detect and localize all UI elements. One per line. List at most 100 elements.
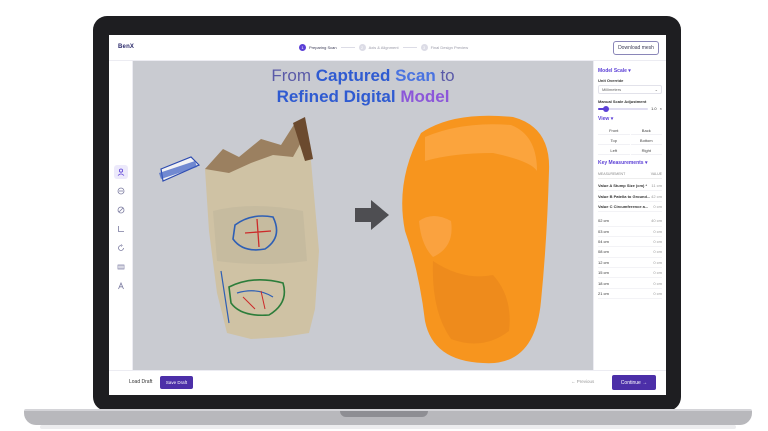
measurement-name: 21 cm <box>598 290 609 296</box>
step-preparing-scan[interactable]: 1 Preparing Scan <box>299 44 337 51</box>
measurement-value: 0 cm <box>653 239 662 245</box>
table-row[interactable]: 15 cm 0 cm <box>598 268 662 279</box>
table-row[interactable]: Value B Patella to Ground... 42 cm <box>598 191 662 202</box>
person-icon[interactable] <box>114 279 128 293</box>
view-bottom-button[interactable]: Bottom <box>630 136 662 145</box>
grid-icon[interactable] <box>114 260 128 274</box>
laptop-mockup: BenX 1 Preparing Scan 2 Axis & Alignment… <box>0 0 768 431</box>
step-axis-alignment[interactable]: 2 Axis & Alignment <box>358 44 399 51</box>
top-bar: BenX 1 Preparing Scan 2 Axis & Alignment… <box>109 35 666 61</box>
measurement-name: 18 cm <box>598 280 609 286</box>
chevron-down-icon: ▾ <box>610 116 614 122</box>
chevron-down-icon: ⌄ <box>654 87 658 92</box>
measurement-value: 11 cm <box>651 183 662 189</box>
user-icon[interactable] <box>114 165 128 179</box>
table-row[interactable]: 04 cm 0 cm <box>598 237 662 248</box>
properties-panel: Model Scale ▾ Unit Override Millimeters … <box>593 61 666 370</box>
continue-button[interactable]: Continue → <box>612 375 656 390</box>
measurement-name: 02 cm <box>598 218 609 224</box>
table-row[interactable]: Value C Circumference a... 0 cm <box>598 202 662 213</box>
manual-scale-label: Manual Scale Adjustment <box>598 99 647 104</box>
3d-viewport[interactable]: From Captured Scan to Refined Digital Mo… <box>133 61 593 370</box>
model-scale-title[interactable]: Model Scale ▾ <box>598 68 662 74</box>
measurement-value: 0 cm <box>653 228 662 234</box>
view-left-button[interactable]: Left <box>598 146 630 155</box>
measurement-value: 0 cm <box>653 290 662 296</box>
table-row[interactable]: 18 cm 0 cm <box>598 278 662 289</box>
comparison-headline: From Captured Scan to Refined Digital Mo… <box>133 65 593 107</box>
rotate-icon[interactable] <box>114 241 128 255</box>
view-title[interactable]: View ▾ <box>598 116 662 122</box>
headline-text: to <box>435 66 455 85</box>
chevron-down-icon: ▾ <box>644 160 648 166</box>
arrow-icon <box>355 200 389 230</box>
measurement-name: 04 cm <box>598 239 609 245</box>
view-top-button[interactable]: Top <box>598 136 630 145</box>
step-label: Final Design Preview <box>430 45 469 50</box>
laptop-shadow <box>40 425 736 429</box>
step-connector <box>402 47 417 48</box>
view-front-button[interactable]: Front <box>598 126 630 135</box>
bottom-bar: Load Draft Save Draft ← Previous Continu… <box>109 370 666 395</box>
headline-emphasis: Captured <box>315 66 391 85</box>
load-draft-button[interactable]: Load Draft <box>129 379 152 385</box>
step-final-design-preview[interactable]: 3 Final Design Preview <box>420 44 469 51</box>
app-logo: BenX <box>118 44 135 50</box>
unit-override-label: Unit Override <box>598 78 624 83</box>
measurements-header: MEASUREMENT VALUE <box>598 170 662 179</box>
section-title-text: View <box>598 116 610 122</box>
measurement-value: 0 cm <box>653 280 662 286</box>
headline-line-1: From Captured Scan to <box>133 65 593 86</box>
view-back-button[interactable]: Back <box>630 126 662 135</box>
table-row[interactable]: 02 cm 40 cm <box>598 216 662 227</box>
step-number: 2 <box>358 44 366 51</box>
unit-override-select[interactable]: Millimeters ⌄ <box>598 85 662 94</box>
close-icon[interactable]: × <box>660 106 662 111</box>
section-title-text: Model Scale <box>598 68 627 74</box>
table-row[interactable]: Value A Stump Size (cm) * 11 cm <box>598 181 662 192</box>
measure-icon[interactable] <box>114 222 128 236</box>
scale-slider[interactable] <box>598 105 649 112</box>
headline-emphasis: Model <box>400 87 450 106</box>
step-connector <box>340 47 355 48</box>
key-measurements-title[interactable]: Key Measurements ▾ <box>598 160 662 166</box>
scale-slider-handle[interactable] <box>602 105 609 112</box>
previous-button[interactable]: ← Previous <box>571 379 594 384</box>
headline-text: From <box>271 66 316 85</box>
headline-emphasis: Digital <box>338 87 401 106</box>
value-column-header: VALUE <box>650 172 662 176</box>
headline-line-2: Refined Digital Model <box>133 86 593 107</box>
tool-sidebar <box>109 61 133 370</box>
measurement-value: 0 cm <box>653 270 662 276</box>
measurement-value: 0 cm <box>653 203 662 209</box>
measurement-name: 12 cm <box>598 259 609 265</box>
download-mesh-button[interactable]: Download mesh <box>613 41 659 55</box>
measurements-primary: Value A Stump Size (cm) * 11 cm Value B P… <box>598 181 662 213</box>
step-number: 3 <box>420 44 428 51</box>
measurement-value: 0 cm <box>653 259 662 265</box>
table-row[interactable]: 21 cm 0 cm <box>598 289 662 300</box>
measurements-secondary: 02 cm 40 cm 03 cm 0 cm 04 cm 0 cm 08 cm 0 cm… <box>598 216 662 300</box>
raw-scan-model <box>159 117 319 339</box>
table-row[interactable]: 08 cm 0 cm <box>598 247 662 258</box>
step-label: Axis & Alignment <box>368 45 399 50</box>
table-row[interactable]: 12 cm 0 cm <box>598 258 662 268</box>
measurement-value: 40 cm <box>651 218 662 224</box>
measurement-value: 0 cm <box>653 249 662 255</box>
measurement-name: 15 cm <box>598 270 609 276</box>
measurement-name: 03 cm <box>598 228 609 234</box>
scan-icon[interactable] <box>114 184 128 198</box>
headline-emphasis: Scan <box>395 66 436 85</box>
scale-slider-row: 1.0 × <box>598 105 662 112</box>
section-title-text: Key Measurements <box>598 160 644 166</box>
measurement-name: Value A Stump Size (cm) * <box>598 183 648 189</box>
scan-comparison-scene <box>159 115 550 364</box>
target-icon[interactable] <box>114 203 128 217</box>
table-row[interactable]: 03 cm 0 cm <box>598 227 662 237</box>
measurement-column-header: MEASUREMENT <box>598 172 626 176</box>
view-right-button[interactable]: Right <box>630 146 662 155</box>
measurement-name: Value B Patella to Ground... <box>598 193 651 199</box>
save-draft-button[interactable]: Save Draft <box>160 376 193 389</box>
headline-emphasis: Refined <box>276 87 339 106</box>
measurement-name: 08 cm <box>598 249 609 255</box>
